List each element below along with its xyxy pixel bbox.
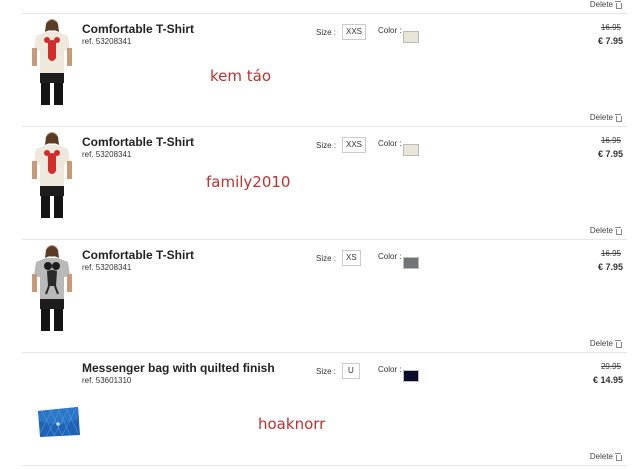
- color-label: Color :: [378, 26, 402, 35]
- size-value[interactable]: XXS: [342, 24, 367, 40]
- cart-item: Comfortable T-Shirt ref. 53208341 Size :…: [0, 14, 639, 127]
- delete-label: Delete: [589, 452, 613, 461]
- cart-top-bar: Delete: [0, 0, 639, 14]
- delete-label: Delete: [589, 339, 613, 348]
- product-name[interactable]: Messenger bag with quilted finish: [82, 361, 275, 375]
- delete-link[interactable]: Delete: [589, 113, 622, 122]
- tshirt-product-image[interactable]: [22, 18, 82, 106]
- product-name[interactable]: Comfortable T-Shirt: [82, 248, 194, 262]
- color-label: Color :: [378, 252, 402, 261]
- size-label: Size :: [316, 141, 337, 150]
- trash-icon: [615, 453, 622, 461]
- cart-item: Comfortable T-Shirt ref. 53208341 Size :…: [0, 127, 639, 240]
- product-ref: ref. 53208341: [82, 37, 132, 46]
- delete-label: Delete: [589, 113, 613, 122]
- original-price: 29.95: [600, 362, 621, 371]
- delete-link[interactable]: Delete: [589, 339, 622, 348]
- sale-price: € 7.95: [597, 149, 623, 159]
- color-swatch[interactable]: [403, 144, 419, 156]
- trash-icon: [615, 340, 622, 348]
- product-ref: ref. 53208341: [82, 263, 132, 272]
- row-divider: [22, 465, 627, 466]
- size-value[interactable]: XS: [342, 250, 361, 266]
- tshirt-product-image[interactable]: [22, 131, 82, 219]
- original-price: 16.95: [600, 249, 621, 258]
- original-price: 16.95: [600, 23, 621, 32]
- product-name[interactable]: Comfortable T-Shirt: [82, 22, 194, 36]
- watermark-text: kem táo: [210, 67, 272, 85]
- cart-item: Comfortable T-Shirt ref. 53208341 Size :…: [0, 240, 639, 353]
- size-value[interactable]: U: [342, 363, 360, 379]
- delete-link[interactable]: Delete: [589, 226, 622, 235]
- watermark-text: hoaknorr: [258, 415, 326, 433]
- messenger-bag-product-image[interactable]: [36, 405, 82, 439]
- trash-icon: [615, 227, 622, 235]
- delete-link[interactable]: Delete: [589, 0, 622, 9]
- product-ref: ref. 53601310: [82, 376, 132, 385]
- color-label: Color :: [378, 139, 402, 148]
- color-swatch[interactable]: [403, 31, 419, 43]
- original-price: 16.95: [600, 136, 621, 145]
- color-label: Color :: [378, 365, 402, 374]
- size-label: Size :: [316, 254, 337, 263]
- product-ref: ref. 53208341: [82, 150, 132, 159]
- delete-label: Delete: [589, 0, 613, 9]
- color-swatch[interactable]: [403, 370, 419, 382]
- watermark-text: family2010: [206, 173, 291, 191]
- tshirt-product-image[interactable]: [22, 244, 82, 332]
- delete-link[interactable]: Delete: [589, 452, 622, 461]
- product-name[interactable]: Comfortable T-Shirt: [82, 135, 194, 149]
- size-label: Size :: [316, 28, 337, 37]
- trash-icon: [615, 114, 622, 122]
- sale-price: € 7.95: [597, 262, 623, 272]
- delete-label: Delete: [589, 226, 613, 235]
- cart-item: Messenger bag with quilted finish ref. 5…: [0, 353, 639, 466]
- sale-price: € 7.95: [597, 36, 623, 46]
- trash-icon: [615, 1, 622, 9]
- color-swatch[interactable]: [403, 257, 419, 269]
- size-label: Size :: [316, 367, 337, 376]
- size-value[interactable]: XXS: [342, 137, 367, 153]
- sale-price: € 14.95: [592, 375, 623, 385]
